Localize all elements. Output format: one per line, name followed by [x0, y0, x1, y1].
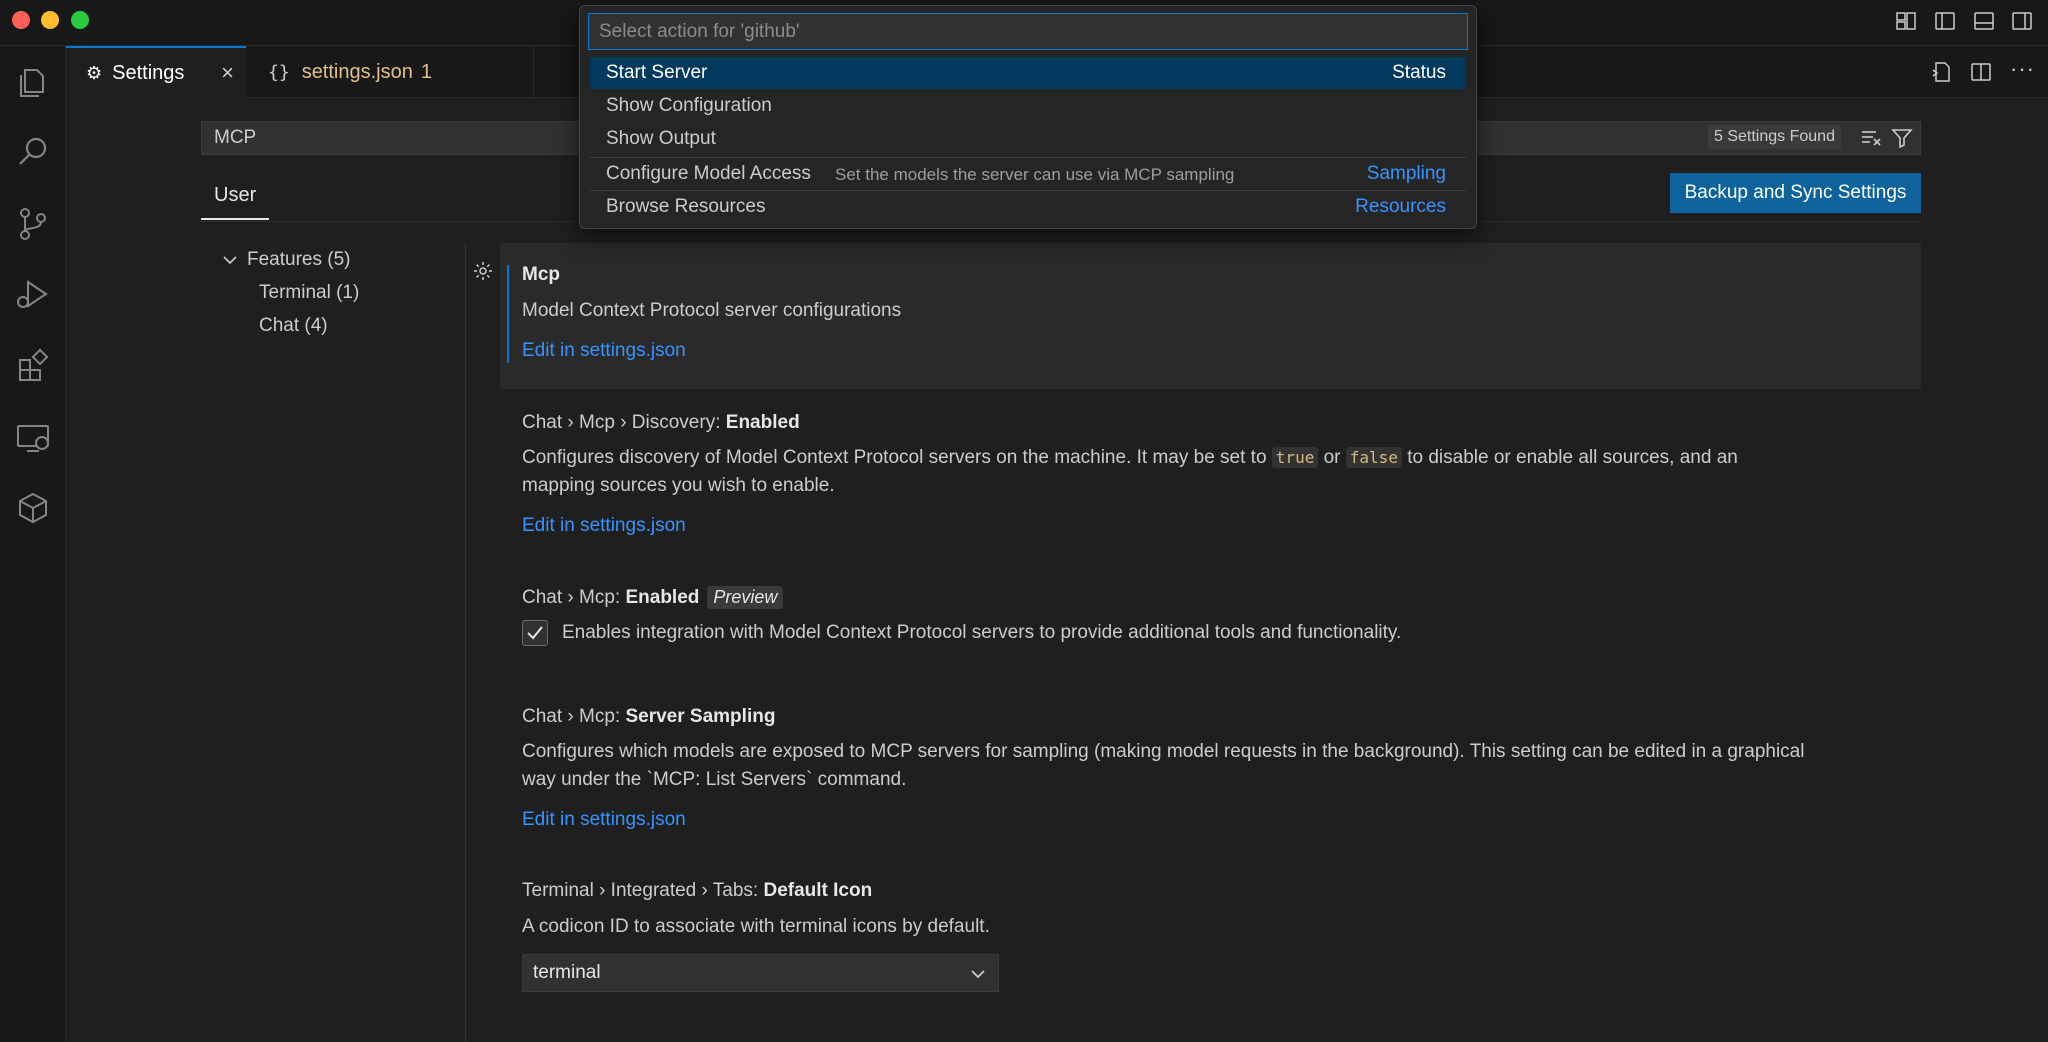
tab-user-settings[interactable]: User [214, 184, 256, 207]
toggle-primary-sidebar-icon[interactable] [1934, 10, 1956, 32]
filter-icon[interactable] [1891, 127, 1913, 149]
default-icon-select[interactable]: terminal [522, 954, 999, 992]
mcp-enabled-checkbox[interactable] [522, 620, 548, 646]
search-icon[interactable] [13, 132, 53, 172]
setting-description: Model Context Protocol server configurat… [522, 300, 902, 321]
gear-icon[interactable] [472, 260, 494, 282]
checkbox-label: Enables integration with Model Context P… [562, 622, 1402, 643]
setting-title: Chat › Mcp › Discovery: Enabled [522, 412, 800, 433]
active-tab-underline [201, 218, 269, 220]
activity-bar [0, 46, 66, 1042]
setting-title: Mcp [522, 264, 560, 285]
quick-pick-item-show-output[interactable]: Show Output [590, 123, 1466, 155]
focus-indicator [507, 265, 509, 363]
source-control-icon[interactable] [13, 204, 53, 244]
containers-icon[interactable] [13, 488, 53, 528]
quick-pick-input[interactable]: Select action for 'github' [588, 13, 1468, 50]
edit-in-settings-json-link[interactable]: Edit in settings.json [522, 515, 686, 537]
edit-in-settings-json-link[interactable]: Edit in settings.json [522, 809, 686, 831]
quick-pick-item-start-server[interactable]: Start Server Status [590, 57, 1466, 89]
quick-pick-item-browse-resources[interactable]: Browse Resources Resources [590, 191, 1466, 223]
problems-badge: 1 [420, 60, 432, 83]
tab-label: Settings [112, 61, 185, 84]
tab-settings[interactable]: ⚙ Settings × [66, 46, 246, 98]
run-and-debug-icon[interactable] [13, 274, 53, 314]
quick-pick-placeholder: Select action for 'github' [599, 21, 800, 42]
select-value: terminal [533, 962, 601, 983]
search-value: MCP [214, 127, 257, 148]
code-true: true [1271, 447, 1319, 468]
maximize-window-button[interactable] [71, 11, 89, 29]
split-editor-icon[interactable] [1970, 61, 1992, 83]
extensions-icon[interactable] [13, 346, 53, 386]
toggle-secondary-sidebar-icon[interactable] [2011, 10, 2033, 32]
setting-title: Chat › Mcp: Enabled Preview [522, 586, 784, 609]
chevron-down-icon[interactable] [222, 252, 238, 268]
backup-sync-button[interactable]: Backup and Sync Settings [1670, 173, 1921, 213]
preview-badge: Preview [707, 586, 784, 609]
setting-title: Terminal › Integrated › Tabs: Default Ic… [522, 880, 873, 901]
toc-features[interactable]: Features (5) [247, 249, 350, 271]
braces-icon: {} [268, 61, 290, 83]
customize-layout-icon[interactable] [1895, 10, 1917, 32]
explorer-icon[interactable] [13, 62, 53, 102]
setting-description: Configures discovery of Model Context Pr… [522, 447, 1738, 496]
quick-pick-item-configure-model-access[interactable]: Configure Model Access Set the models th… [590, 158, 1466, 190]
close-window-button[interactable] [12, 11, 30, 29]
chevron-down-icon [971, 970, 985, 979]
setting-title: Chat › Mcp: Server Sampling [522, 706, 776, 727]
toc-divider [465, 243, 466, 1042]
close-tab-icon[interactable]: × [221, 60, 234, 86]
minimize-window-button[interactable] [41, 11, 59, 29]
toc-chat[interactable]: Chat (4) [259, 315, 328, 337]
check-icon [527, 626, 543, 640]
quick-pick-item-show-configuration[interactable]: Show Configuration [590, 90, 1466, 122]
toc-terminal[interactable]: Terminal (1) [259, 282, 359, 304]
settings-found-badge: 5 Settings Found [1708, 125, 1841, 149]
tab-settings-json[interactable]: {} settings.json 1 [246, 46, 534, 98]
open-settings-json-icon[interactable] [1931, 61, 1953, 83]
setting-description: Configures which models are exposed to M… [522, 741, 1805, 790]
setting-description: A codicon ID to associate with terminal … [522, 916, 990, 937]
code-false: false [1345, 447, 1402, 468]
clear-filter-icon[interactable] [1860, 127, 1882, 149]
tab-label: settings.json [301, 60, 413, 83]
more-actions-icon[interactable]: ··· [2010, 56, 2035, 82]
edit-in-settings-json-link[interactable]: Edit in settings.json [522, 340, 686, 362]
settings-icon: ⚙ [86, 62, 103, 83]
remote-explorer-icon[interactable] [13, 418, 53, 458]
toggle-panel-icon[interactable] [1973, 10, 1995, 32]
